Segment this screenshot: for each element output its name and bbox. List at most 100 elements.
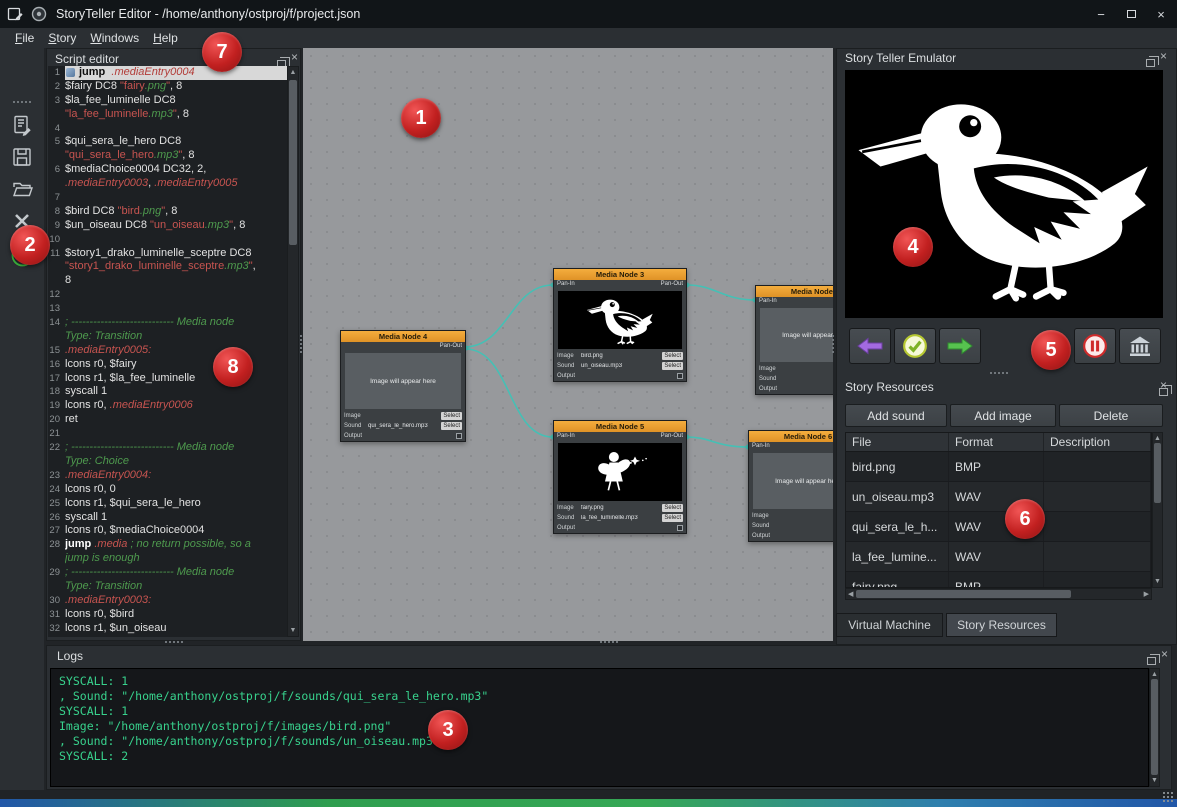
script-editor-title: Script editor: [55, 52, 119, 66]
home-button[interactable]: [1119, 328, 1161, 364]
node-image-preview: Image will appear here: [345, 353, 461, 409]
tab-story-resources[interactable]: Story Resources: [946, 613, 1057, 637]
scrollbar-thumb[interactable]: [856, 590, 1071, 598]
resource-row[interactable]: fairy.pngBMP: [846, 572, 1151, 588]
node-output-checkbox[interactable]: [677, 373, 683, 379]
scrollbar-thumb[interactable]: [289, 80, 297, 245]
node-select-button[interactable]: Select: [662, 352, 683, 360]
scroll-left-icon[interactable]: ◀: [848, 590, 853, 599]
menu-story[interactable]: Story: [41, 29, 83, 47]
scroll-up-icon[interactable]: ▲: [1153, 434, 1162, 443]
code-row: 23.mediaEntry0004:: [48, 469, 287, 483]
line-number: 11: [48, 247, 65, 261]
node-title: Media Node 4: [341, 331, 465, 342]
node-select-button[interactable]: Select: [441, 412, 462, 420]
node-graph-canvas[interactable]: Media Node 4Pan-OutImage will appear her…: [303, 48, 833, 641]
line-number: [48, 260, 65, 274]
close-button[interactable]: ×: [1149, 3, 1173, 25]
add-sound-button[interactable]: Add sound: [845, 404, 947, 427]
line-number: 28: [48, 538, 65, 552]
port-in[interactable]: Pan-In: [759, 298, 777, 306]
validate-button[interactable]: [894, 328, 936, 364]
line-number: 19: [48, 399, 65, 413]
float-panel-icon[interactable]: [1146, 59, 1155, 67]
node-output-checkbox[interactable]: [456, 433, 462, 439]
open-button[interactable]: [9, 176, 35, 202]
resources-table-header[interactable]: File Format Description: [845, 432, 1152, 452]
column-description[interactable]: Description: [1044, 433, 1151, 451]
scrollbar-thumb[interactable]: [1154, 443, 1161, 503]
close-panel-icon[interactable]: ×: [1161, 649, 1168, 659]
script-editor-text[interactable]: 1jump .mediaEntry00042$fairy DC8 "fairy.…: [48, 66, 287, 637]
node-select-button[interactable]: Select: [662, 504, 683, 512]
toolbar-grip[interactable]: [13, 101, 31, 104]
menu-help[interactable]: Help: [146, 29, 185, 47]
logs-title: Logs: [57, 649, 83, 663]
node-select-button[interactable]: Select: [662, 514, 683, 522]
port-out[interactable]: Pan-Out: [440, 343, 462, 351]
splitter-handle[interactable]: [300, 335, 303, 353]
log-line: , Sound: "/home/anthony/ostproj/f/sounds…: [59, 734, 1140, 749]
new-script-button[interactable]: [9, 112, 35, 138]
cell-description: [1044, 482, 1151, 511]
resource-row[interactable]: un_oiseau.mp3WAV: [846, 482, 1151, 512]
log-line: SYSCALL: 1: [59, 674, 1140, 689]
scrollbar-thumb[interactable]: [1151, 679, 1158, 775]
close-panel-icon[interactable]: ×: [291, 52, 298, 62]
delete-resource-button[interactable]: Delete: [1059, 404, 1163, 427]
open-folder-icon: [11, 178, 33, 200]
scroll-up-icon[interactable]: ▲: [1150, 670, 1159, 679]
scroll-down-icon[interactable]: ▼: [1150, 776, 1159, 785]
scroll-down-icon[interactable]: ▼: [288, 626, 298, 635]
maximize-button[interactable]: [1119, 3, 1143, 25]
port-out[interactable]: Pan-Out: [661, 433, 683, 441]
splitter-handle[interactable]: [600, 641, 618, 644]
scroll-up-icon[interactable]: ▲: [288, 68, 298, 77]
emulator-screen: [845, 70, 1163, 318]
media-node[interactable]: Media Node 6Pan-InImage will appear here…: [748, 430, 833, 542]
cell-file: qui_sera_le_h...: [846, 512, 949, 541]
media-node[interactable]: Media Node 4Pan-Out Image will appear her…: [340, 330, 466, 442]
node-output-checkbox[interactable]: [677, 525, 683, 531]
scroll-right-icon[interactable]: ▶: [1144, 590, 1149, 599]
previous-button[interactable]: [849, 328, 891, 364]
line-number: 9: [48, 219, 65, 233]
tab-virtual-machine[interactable]: Virtual Machine: [836, 613, 943, 637]
resource-row[interactable]: qui_sera_le_h...WAV: [846, 512, 1151, 542]
add-image-button[interactable]: Add image: [950, 404, 1056, 427]
next-button[interactable]: [939, 328, 981, 364]
media-node[interactable]: Media Node 5Pan-InPan-OutImagefairy.pngS…: [553, 420, 687, 534]
cell-file: fairy.png: [846, 572, 949, 588]
splitter-handle[interactable]: [990, 372, 1008, 375]
menu-windows[interactable]: Windows: [83, 29, 146, 47]
code-row: Type: Transition: [48, 580, 287, 594]
code-row: 2$fairy DC8 "fairy.png", 8: [48, 80, 287, 94]
green-check-icon: [902, 333, 928, 359]
port-in[interactable]: Pan-In: [557, 281, 575, 289]
resource-row[interactable]: bird.pngBMP: [846, 452, 1151, 482]
pause-button[interactable]: [1074, 328, 1116, 364]
close-panel-icon[interactable]: ×: [1160, 51, 1167, 61]
scroll-down-icon[interactable]: ▼: [1153, 577, 1162, 586]
save-button[interactable]: [9, 144, 35, 170]
float-panel-icon[interactable]: [1147, 657, 1156, 665]
code-row: 8$bird DC8 "bird.png", 8: [48, 205, 287, 219]
resize-grip[interactable]: [1162, 791, 1174, 803]
splitter-handle[interactable]: [165, 641, 183, 644]
port-in[interactable]: Pan-In: [557, 433, 575, 441]
node-select-button[interactable]: Select: [662, 362, 683, 370]
node-select-button[interactable]: Select: [441, 422, 462, 430]
column-file[interactable]: File: [846, 433, 949, 451]
media-node[interactable]: Media Node 3Pan-InPan-OutImagebird.pngSe…: [553, 268, 687, 382]
menu-file[interactable]: File: [8, 29, 41, 47]
port-out[interactable]: Pan-Out: [661, 281, 683, 289]
minimize-button[interactable]: −: [1089, 3, 1113, 25]
resource-row[interactable]: la_fee_lumine...WAV: [846, 542, 1151, 572]
media-node[interactable]: Media Node 2Pan-InImage will appear here…: [755, 285, 833, 395]
column-format[interactable]: Format: [949, 433, 1044, 451]
port-in[interactable]: Pan-In: [752, 443, 770, 451]
close-panel-icon[interactable]: ×: [1160, 380, 1167, 390]
cell-description: [1044, 512, 1151, 541]
splitter-handle[interactable]: [832, 335, 835, 353]
node-field-label: Sound: [557, 363, 579, 369]
